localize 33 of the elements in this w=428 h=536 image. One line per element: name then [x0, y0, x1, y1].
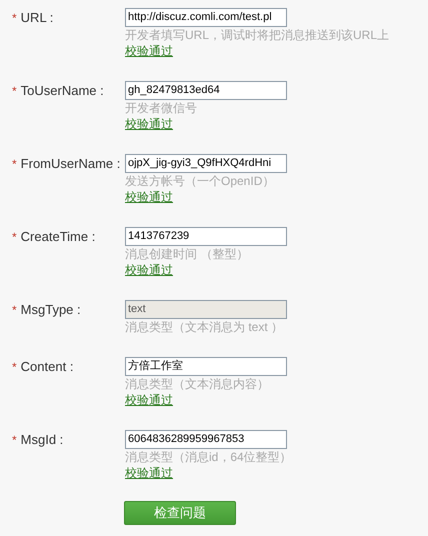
- input-field[interactable]: gh_82479813ed64: [125, 81, 287, 100]
- input-field[interactable]: 方倍工作室: [125, 357, 287, 376]
- hint-text: 消息类型（文本消息为 text ）: [125, 319, 284, 335]
- hint-text: 开发者微信号: [125, 100, 197, 116]
- hint-text: 消息类型（文本消息内容）: [125, 376, 269, 392]
- required-mark: *: [12, 433, 17, 447]
- required-mark: *: [12, 230, 17, 244]
- hint-text: 消息类型（消息id，64位整型）: [125, 449, 292, 465]
- validation-status: 校验通过: [125, 465, 173, 481]
- validation-status: 校验通过: [125, 262, 173, 278]
- hint-text: 开发者填写URL，调试时将把消息推送到该URL上: [125, 27, 390, 43]
- field-label: MsgId :: [20, 432, 64, 447]
- validation-status: 校验通过: [125, 116, 173, 132]
- field-label: MsgType :: [20, 302, 81, 317]
- hint-text: 发送方帐号（一个OpenID）: [125, 173, 274, 189]
- field-label: FromUserName :: [20, 156, 120, 171]
- hint-text: 消息创建时间 （整型）: [125, 246, 248, 262]
- required-mark: *: [12, 303, 17, 317]
- input-field[interactable]: http://discuz.comli.com/test.pl: [125, 8, 287, 27]
- input-field[interactable]: ojpX_jig-gyi3_Q9fHXQ4rdHni: [125, 154, 287, 173]
- validation-status: 校验通过: [125, 189, 173, 205]
- input-field[interactable]: 6064836289959967853: [125, 430, 287, 449]
- field-label: URL :: [20, 10, 54, 25]
- validation-status: 校验通过: [125, 392, 173, 408]
- required-mark: *: [12, 157, 17, 171]
- field-label: Content :: [20, 359, 74, 374]
- validation-status: 校验通过: [125, 43, 173, 59]
- field-label: CreateTime :: [20, 229, 96, 244]
- required-mark: *: [12, 84, 17, 98]
- required-mark: *: [12, 11, 17, 25]
- input-field[interactable]: 1413767239: [125, 227, 287, 246]
- required-mark: *: [12, 360, 17, 374]
- field-label: ToUserName :: [20, 83, 104, 98]
